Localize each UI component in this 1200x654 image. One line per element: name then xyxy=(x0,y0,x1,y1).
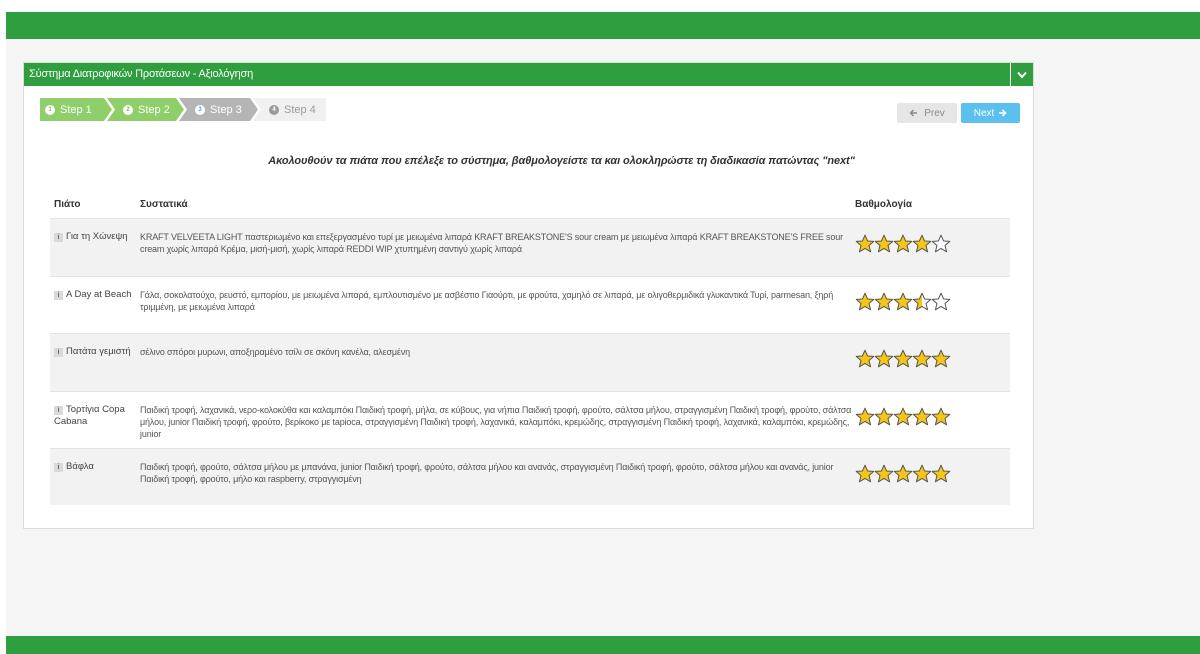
arrow-right-icon xyxy=(999,109,1007,117)
star-icon[interactable] xyxy=(912,349,932,369)
dish-name: Για τη Χώνεψη xyxy=(66,231,128,242)
table-row: iA Day at Beach Γάλα, σοκολατούχο, ρευστό… xyxy=(50,276,1010,333)
step-label: Step 3 xyxy=(210,103,242,116)
ingredients-cell: Παιδική τροφή, λαχανικά, νερο-κολοκύθα κ… xyxy=(140,405,852,439)
ingredients-cell: Παιδική τροφή, φρούτο, σάλτσα μήλου με μ… xyxy=(140,462,834,484)
info-icon[interactable]: i xyxy=(54,463,63,472)
ingredients-cell: Γάλα, σοκολατούχο, ρευστό, εμπορίου, με … xyxy=(140,290,834,312)
header-ingredients: Συστατικά xyxy=(140,199,188,210)
info-icon[interactable]: i xyxy=(54,291,63,300)
dish-name: A Day at Beach xyxy=(66,289,132,300)
star-icon[interactable] xyxy=(912,292,932,312)
dish-name: Πατάτα γεμιστή xyxy=(66,346,131,357)
dish-cell: i Βάφλα xyxy=(54,461,138,473)
instruction-text: Ακολουθούν τα πιάτα που επέλεξε το σύστη… xyxy=(268,155,855,167)
prev-button[interactable]: Prev xyxy=(897,103,957,123)
table-row: i Βάφλα Παιδική τροφή, φρούτο, σάλτσα μήλο… xyxy=(50,448,1010,505)
table-row: i Πατάτα γεμιστή σέλινο σπόροι μυρωνι, απο… xyxy=(50,333,1010,391)
star-icon[interactable] xyxy=(874,349,894,369)
star-icon[interactable] xyxy=(893,234,913,254)
star-icon[interactable] xyxy=(931,407,951,427)
dish-cell: i Πατάτα γεμιστή xyxy=(54,346,138,358)
star-rating[interactable] xyxy=(855,349,951,369)
step-number: 1 xyxy=(45,104,55,115)
star-rating[interactable] xyxy=(855,234,951,254)
chevron-down-icon xyxy=(1017,71,1027,79)
wizard-step-3[interactable]: 3 Step 3 xyxy=(179,98,258,121)
top-nav-bar xyxy=(6,12,1200,39)
star-icon[interactable] xyxy=(931,349,951,369)
panel-header: Σύστημα Διατροφικών Προτάσεων - Αξιολόγη… xyxy=(24,63,1033,86)
star-rating[interactable] xyxy=(855,464,951,484)
star-icon[interactable] xyxy=(912,407,932,427)
step-label: Step 2 xyxy=(138,103,170,116)
collapse-toggle[interactable] xyxy=(1010,63,1033,86)
step-number: 4 xyxy=(269,104,279,115)
step-label: Step 1 xyxy=(60,103,92,116)
rating-panel: Σύστημα Διατροφικών Προτάσεων - Αξιολόγη… xyxy=(23,62,1034,529)
dish-cell: i Για τη Χώνεψη xyxy=(54,231,138,243)
dish-cell: i Τορτίγια Copa Cabana xyxy=(54,404,138,428)
panel-title: Σύστημα Διατροφικών Προτάσεων - Αξιολόγη… xyxy=(29,68,254,80)
table-row: i Για τη Χώνεψη KRAFT VELVEETA LIGHT παστε… xyxy=(50,218,1010,276)
page-shell: Σύστημα Διατροφικών Προτάσεων - Αξιολόγη… xyxy=(6,12,1200,654)
ingredients-cell: σέλινο σπόροι μυρωνι, αποξηραμένο τσίλι … xyxy=(140,347,410,357)
arrow-left-icon xyxy=(909,109,918,117)
info-icon[interactable]: i xyxy=(54,348,63,357)
star-icon[interactable] xyxy=(893,292,913,312)
header-rating: Βαθμολογία xyxy=(855,199,913,210)
star-icon[interactable] xyxy=(874,464,894,484)
next-button[interactable]: Next xyxy=(961,103,1020,123)
table-row: i Τορτίγια Copa Cabana Παιδική τροφή, λαχα… xyxy=(50,391,1010,448)
star-rating[interactable] xyxy=(855,407,951,427)
info-icon[interactable]: i xyxy=(54,233,63,242)
ingredients-cell: KRAFT VELVEETA LIGHT παστεριωμένο και επ… xyxy=(140,232,843,254)
wizard-steps: 1 Step 1 2 Step 2 3 Step 3 4 Step 4 xyxy=(40,98,340,121)
star-rating[interactable] xyxy=(855,292,951,312)
dish-name: Τορτίγια Copa Cabana xyxy=(54,404,125,427)
star-icon[interactable] xyxy=(912,464,932,484)
footer-bar xyxy=(6,636,1200,654)
star-icon[interactable] xyxy=(855,234,875,254)
star-icon[interactable] xyxy=(855,407,875,427)
star-icon[interactable] xyxy=(893,407,913,427)
star-icon[interactable] xyxy=(855,464,875,484)
star-icon[interactable] xyxy=(855,292,875,312)
star-icon[interactable] xyxy=(855,349,875,369)
wizard-step-1[interactable]: 1 Step 1 xyxy=(40,98,112,121)
info-icon[interactable]: i xyxy=(54,406,63,415)
star-icon[interactable] xyxy=(931,292,951,312)
next-label: Next xyxy=(973,107,995,119)
star-icon[interactable] xyxy=(874,407,894,427)
star-icon[interactable] xyxy=(874,234,894,254)
step-number: 3 xyxy=(195,104,205,115)
wizard-step-2[interactable]: 2 Step 2 xyxy=(107,98,184,121)
star-icon[interactable] xyxy=(893,464,913,484)
star-icon[interactable] xyxy=(931,464,951,484)
star-icon[interactable] xyxy=(893,349,913,369)
dish-cell: iA Day at Beach xyxy=(54,289,138,301)
wizard-step-4[interactable]: 4 Step 4 xyxy=(253,98,326,121)
step-number: 2 xyxy=(123,104,133,115)
step-label: Step 4 xyxy=(284,103,316,116)
dish-name: Βάφλα xyxy=(66,461,94,472)
star-icon[interactable] xyxy=(874,292,894,312)
prev-label: Prev xyxy=(924,107,945,119)
star-icon[interactable] xyxy=(931,234,951,254)
header-dish: Πιάτο xyxy=(54,199,81,210)
star-icon[interactable] xyxy=(912,234,932,254)
